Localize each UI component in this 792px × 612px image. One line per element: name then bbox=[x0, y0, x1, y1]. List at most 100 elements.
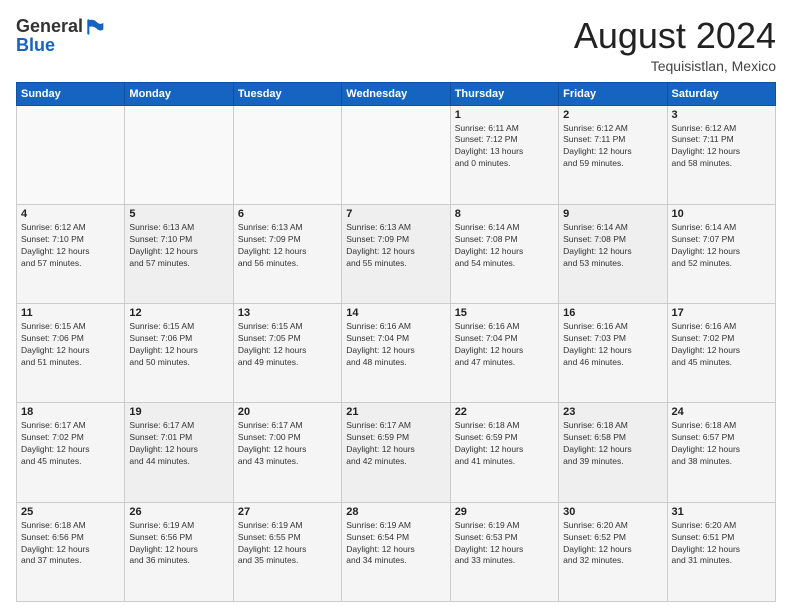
table-cell: 18 Sunrise: 6:17 AMSunset: 7:02 PMDayligh… bbox=[17, 403, 125, 502]
day-info: Sunrise: 6:13 AMSunset: 7:10 PMDaylight:… bbox=[129, 222, 228, 270]
table-cell bbox=[342, 105, 450, 204]
day-info: Sunrise: 6:18 AMSunset: 6:56 PMDaylight:… bbox=[21, 520, 120, 568]
header-friday: Friday bbox=[559, 82, 667, 105]
table-cell: 11 Sunrise: 6:15 AMSunset: 7:06 PMDayligh… bbox=[17, 304, 125, 403]
day-number: 30 bbox=[563, 506, 662, 518]
header-thursday: Thursday bbox=[450, 82, 558, 105]
day-number: 23 bbox=[563, 406, 662, 418]
day-info: Sunrise: 6:16 AMSunset: 7:04 PMDaylight:… bbox=[455, 321, 554, 369]
table-cell: 27 Sunrise: 6:19 AMSunset: 6:55 PMDayligh… bbox=[233, 502, 341, 601]
day-info: Sunrise: 6:18 AMSunset: 6:57 PMDaylight:… bbox=[672, 420, 771, 468]
day-number: 16 bbox=[563, 307, 662, 319]
day-number: 13 bbox=[238, 307, 337, 319]
week-row-3: 11 Sunrise: 6:15 AMSunset: 7:06 PMDayligh… bbox=[17, 304, 776, 403]
day-info: Sunrise: 6:20 AMSunset: 6:51 PMDaylight:… bbox=[672, 520, 771, 568]
title-block: August 2024 Tequisistlan, Mexico bbox=[574, 16, 776, 74]
day-info: Sunrise: 6:19 AMSunset: 6:54 PMDaylight:… bbox=[346, 520, 445, 568]
day-info: Sunrise: 6:14 AMSunset: 7:08 PMDaylight:… bbox=[455, 222, 554, 270]
header-wednesday: Wednesday bbox=[342, 82, 450, 105]
table-cell: 20 Sunrise: 6:17 AMSunset: 7:00 PMDayligh… bbox=[233, 403, 341, 502]
day-number: 3 bbox=[672, 109, 771, 121]
day-info: Sunrise: 6:17 AMSunset: 7:00 PMDaylight:… bbox=[238, 420, 337, 468]
day-info: Sunrise: 6:13 AMSunset: 7:09 PMDaylight:… bbox=[238, 222, 337, 270]
table-cell: 22Sunrise: 6:18 AMSunset: 6:59 PMDayligh… bbox=[450, 403, 558, 502]
day-info: Sunrise: 6:13 AMSunset: 7:09 PMDaylight:… bbox=[346, 222, 445, 270]
day-number: 25 bbox=[21, 506, 120, 518]
day-info: Sunrise: 6:16 AMSunset: 7:04 PMDaylight:… bbox=[346, 321, 445, 369]
table-cell: 30Sunrise: 6:20 AMSunset: 6:52 PMDayligh… bbox=[559, 502, 667, 601]
day-number: 6 bbox=[238, 208, 337, 220]
table-cell: 3 Sunrise: 6:12 AMSunset: 7:11 PMDaylight… bbox=[667, 105, 775, 204]
day-number: 28 bbox=[346, 506, 445, 518]
week-row-4: 18 Sunrise: 6:17 AMSunset: 7:02 PMDayligh… bbox=[17, 403, 776, 502]
table-cell: 24 Sunrise: 6:18 AMSunset: 6:57 PMDayligh… bbox=[667, 403, 775, 502]
month-title: August 2024 bbox=[574, 16, 776, 56]
day-info: Sunrise: 6:17 AMSunset: 6:59 PMDaylight:… bbox=[346, 420, 445, 468]
header: General Blue August 2024 Tequisistlan, M… bbox=[16, 16, 776, 74]
day-number: 2 bbox=[563, 109, 662, 121]
page: General Blue August 2024 Tequisistlan, M… bbox=[0, 0, 792, 612]
table-cell: 12 Sunrise: 6:15 AMSunset: 7:06 PMDayligh… bbox=[125, 304, 233, 403]
day-number: 24 bbox=[672, 406, 771, 418]
day-number: 18 bbox=[21, 406, 120, 418]
table-cell: 8 Sunrise: 6:14 AMSunset: 7:08 PMDaylight… bbox=[450, 204, 558, 303]
day-info: Sunrise: 6:15 AMSunset: 7:06 PMDaylight:… bbox=[129, 321, 228, 369]
day-number: 7 bbox=[346, 208, 445, 220]
table-cell: 17Sunrise: 6:16 AMSunset: 7:02 PMDayligh… bbox=[667, 304, 775, 403]
week-row-1: 1Sunrise: 6:11 AMSunset: 7:12 PMDaylight… bbox=[17, 105, 776, 204]
table-cell: 1Sunrise: 6:11 AMSunset: 7:12 PMDaylight… bbox=[450, 105, 558, 204]
day-number: 17 bbox=[672, 307, 771, 319]
day-number: 10 bbox=[672, 208, 771, 220]
header-sunday: Sunday bbox=[17, 82, 125, 105]
calendar-table: SundayMondayTuesdayWednesdayThursdayFrid… bbox=[16, 82, 776, 602]
day-info: Sunrise: 6:17 AMSunset: 7:01 PMDaylight:… bbox=[129, 420, 228, 468]
day-number: 22 bbox=[455, 406, 554, 418]
header-saturday: Saturday bbox=[667, 82, 775, 105]
day-number: 9 bbox=[563, 208, 662, 220]
day-info: Sunrise: 6:15 AMSunset: 7:06 PMDaylight:… bbox=[21, 321, 120, 369]
day-number: 26 bbox=[129, 506, 228, 518]
day-number: 19 bbox=[129, 406, 228, 418]
table-cell: 16 Sunrise: 6:16 AMSunset: 7:03 PMDayligh… bbox=[559, 304, 667, 403]
day-number: 27 bbox=[238, 506, 337, 518]
day-number: 20 bbox=[238, 406, 337, 418]
table-cell: 6 Sunrise: 6:13 AMSunset: 7:09 PMDaylight… bbox=[233, 204, 341, 303]
table-cell: 5 Sunrise: 6:13 AMSunset: 7:10 PMDaylight… bbox=[125, 204, 233, 303]
day-info: Sunrise: 6:16 AMSunset: 7:03 PMDaylight:… bbox=[563, 321, 662, 369]
day-info: Sunrise: 6:12 AMSunset: 7:11 PMDaylight:… bbox=[563, 123, 662, 171]
day-number: 31 bbox=[672, 506, 771, 518]
day-info: Sunrise: 6:14 AMSunset: 7:08 PMDaylight:… bbox=[563, 222, 662, 270]
header-tuesday: Tuesday bbox=[233, 82, 341, 105]
day-info: Sunrise: 6:19 AMSunset: 6:55 PMDaylight:… bbox=[238, 520, 337, 568]
table-cell: 2 Sunrise: 6:12 AMSunset: 7:11 PMDaylight… bbox=[559, 105, 667, 204]
table-cell: 4Sunrise: 6:12 AMSunset: 7:10 PMDaylight… bbox=[17, 204, 125, 303]
day-number: 8 bbox=[455, 208, 554, 220]
table-cell: 14Sunrise: 6:16 AMSunset: 7:04 PMDayligh… bbox=[342, 304, 450, 403]
day-number: 12 bbox=[129, 307, 228, 319]
day-number: 11 bbox=[21, 307, 120, 319]
table-cell bbox=[17, 105, 125, 204]
day-info: Sunrise: 6:17 AMSunset: 7:02 PMDaylight:… bbox=[21, 420, 120, 468]
day-info: Sunrise: 6:12 AMSunset: 7:11 PMDaylight:… bbox=[672, 123, 771, 171]
day-number: 4 bbox=[21, 208, 120, 220]
table-cell: 7 Sunrise: 6:13 AMSunset: 7:09 PMDaylight… bbox=[342, 204, 450, 303]
day-info: Sunrise: 6:14 AMSunset: 7:07 PMDaylight:… bbox=[672, 222, 771, 270]
logo-icon bbox=[85, 17, 105, 37]
calendar-header-row: SundayMondayTuesdayWednesdayThursdayFrid… bbox=[17, 82, 776, 105]
day-number: 29 bbox=[455, 506, 554, 518]
table-cell: 15 Sunrise: 6:16 AMSunset: 7:04 PMDayligh… bbox=[450, 304, 558, 403]
day-number: 5 bbox=[129, 208, 228, 220]
day-info: Sunrise: 6:19 AMSunset: 6:53 PMDaylight:… bbox=[455, 520, 554, 568]
table-cell: 31 Sunrise: 6:20 AMSunset: 6:51 PMDayligh… bbox=[667, 502, 775, 601]
table-cell: 29 Sunrise: 6:19 AMSunset: 6:53 PMDayligh… bbox=[450, 502, 558, 601]
table-cell: 28 Sunrise: 6:19 AMSunset: 6:54 PMDayligh… bbox=[342, 502, 450, 601]
table-cell: 13 Sunrise: 6:15 AMSunset: 7:05 PMDayligh… bbox=[233, 304, 341, 403]
logo: General Blue bbox=[16, 16, 105, 56]
day-number: 15 bbox=[455, 307, 554, 319]
day-info: Sunrise: 6:15 AMSunset: 7:05 PMDaylight:… bbox=[238, 321, 337, 369]
table-cell: 19 Sunrise: 6:17 AMSunset: 7:01 PMDayligh… bbox=[125, 403, 233, 502]
table-cell: 25 Sunrise: 6:18 AMSunset: 6:56 PMDayligh… bbox=[17, 502, 125, 601]
table-cell: 26Sunrise: 6:19 AMSunset: 6:56 PMDayligh… bbox=[125, 502, 233, 601]
day-number: 21 bbox=[346, 406, 445, 418]
logo-blue-text: Blue bbox=[16, 35, 55, 56]
